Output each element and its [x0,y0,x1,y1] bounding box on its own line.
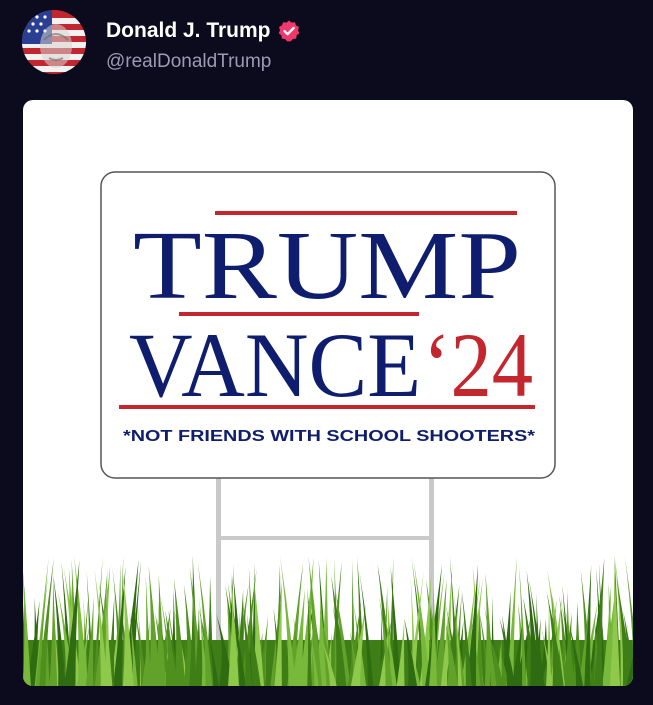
author-handle[interactable]: @realDonaldTrump [106,50,271,74]
author-display-name[interactable]: Donald J. Trump [106,18,271,44]
sign-line-vance: VANCE [129,314,421,416]
post-media-image[interactable]: TRUMP VANCE ‘24 *NOT FRIENDS WITH SCHOOL… [23,100,633,686]
sign-year: ‘24 [423,314,533,416]
sign-line-trump: TRUMP [133,212,521,320]
avatar[interactable] [22,10,86,74]
grass-field [23,555,633,686]
verified-badge-icon [277,19,301,43]
sign-tagline: *NOT FRIENDS WITH SCHOOL SHOOTERS* [123,428,536,445]
post-header: Donald J. Trump @realDonaldTrump [22,10,622,80]
author-name-row: Donald J. Trump [106,18,301,44]
flag-portrait-avatar-icon [22,10,86,74]
yard-sign-illustration: TRUMP VANCE ‘24 *NOT FRIENDS WITH SCHOOL… [23,171,633,686]
